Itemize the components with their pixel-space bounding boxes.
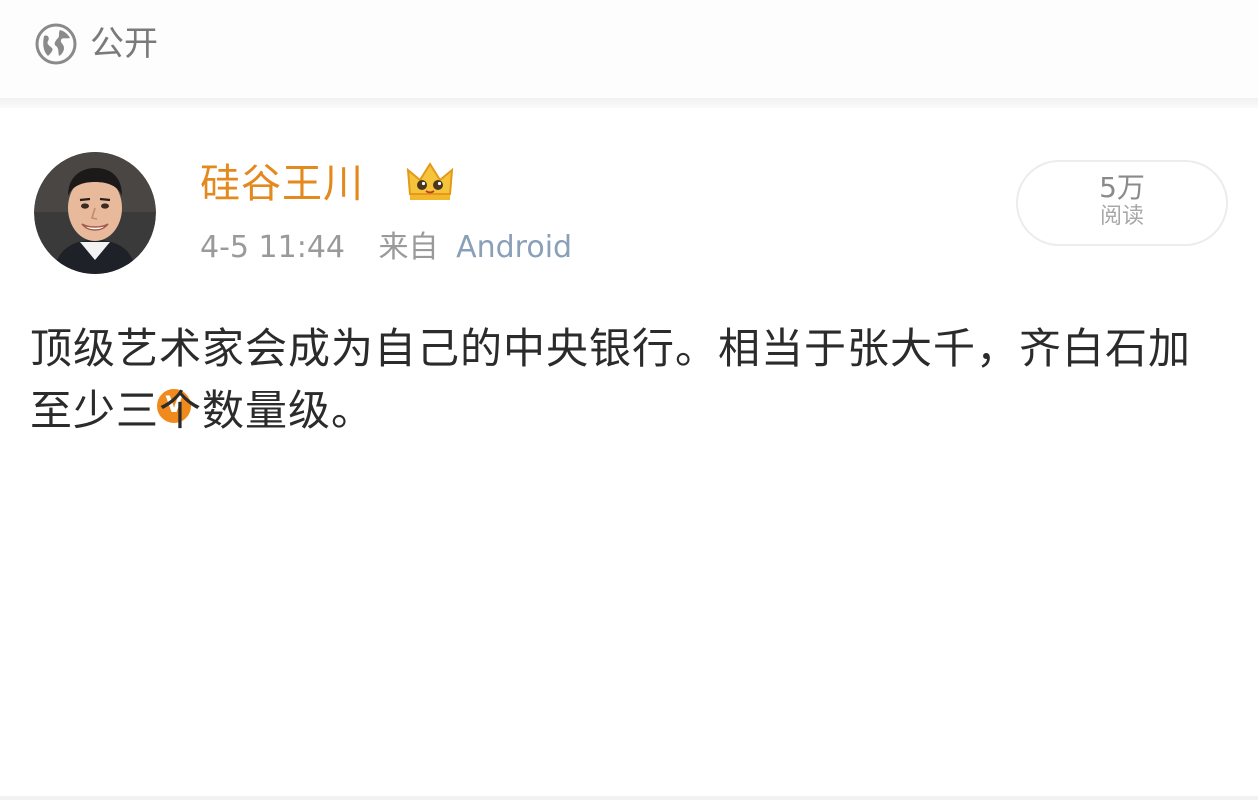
- post-meta: 4-5 11:44 来自 Android: [200, 226, 572, 270]
- source-client[interactable]: Android: [456, 230, 572, 265]
- avatar-photo: [34, 152, 156, 274]
- read-count: 5万: [1099, 171, 1145, 204]
- author-name[interactable]: 硅谷王川: [200, 158, 364, 210]
- visibility-label: 公开: [90, 24, 158, 64]
- source-label: 来自: [378, 230, 439, 265]
- post-time: 4-5 11:44: [200, 230, 345, 265]
- read-label: 阅读: [1099, 204, 1144, 229]
- visibility-selector[interactable]: 公开: [34, 22, 158, 66]
- weibo-post-screen: 公开 V 硅谷王川 4-5 11:44 来自 Android 5万 阅读 顶级艺…: [0, 0, 1258, 800]
- section-divider: [0, 98, 1258, 108]
- visibility-bar: 公开: [0, 0, 1258, 98]
- avatar[interactable]: V: [34, 152, 194, 426]
- read-count-badge: 5万 阅读: [1016, 160, 1228, 246]
- vip-crown-icon[interactable]: [404, 160, 456, 206]
- globe-icon: [35, 23, 77, 65]
- bottom-divider: [0, 796, 1258, 800]
- post-body-text: 顶级艺术家会成为自己的中央银行。相当于张大千，齐白石加至少三个数量级。: [30, 324, 1192, 435]
